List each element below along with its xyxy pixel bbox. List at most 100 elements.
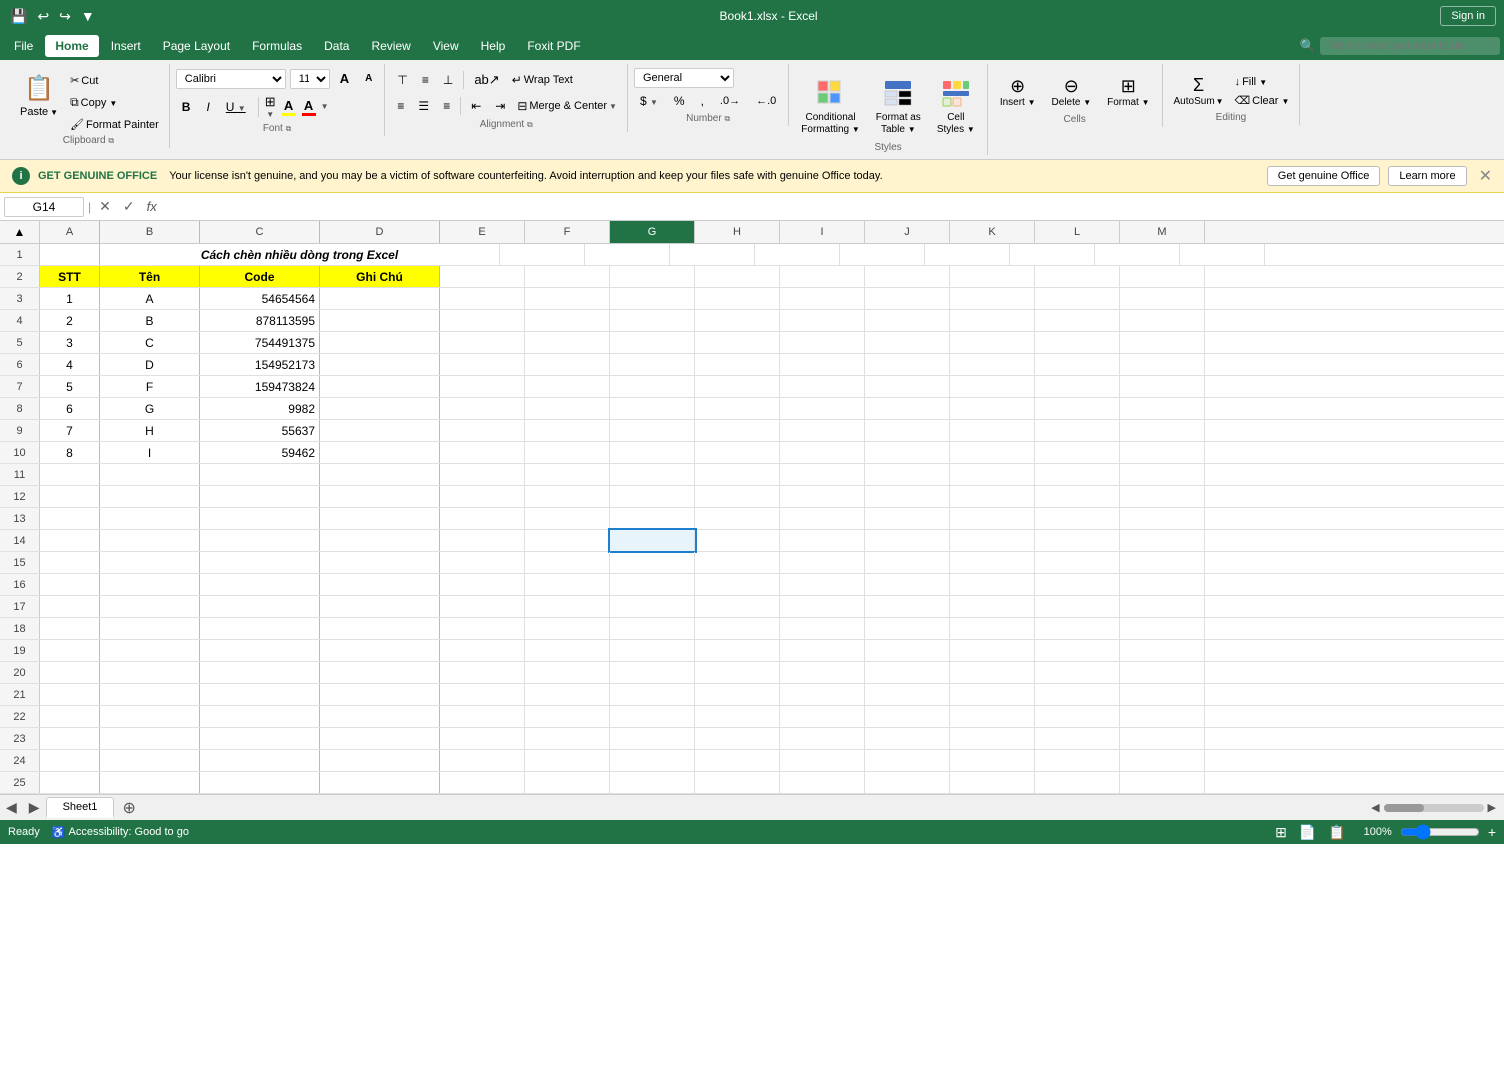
- quick-access-dropdown[interactable]: ▼: [79, 6, 97, 26]
- cell-I5[interactable]: [780, 332, 865, 353]
- wrap-text-button[interactable]: ↵ Wrap Text: [508, 71, 577, 89]
- cell-A5[interactable]: 3: [40, 332, 100, 353]
- cell-B14[interactable]: [100, 530, 200, 551]
- cell-D8[interactable]: [320, 398, 440, 419]
- cell-K4[interactable]: [950, 310, 1035, 331]
- scroll-left-button[interactable]: ◀: [1371, 801, 1379, 814]
- cell-H18[interactable]: [695, 618, 780, 639]
- cell-E14[interactable]: [440, 530, 525, 551]
- cell-K25[interactable]: [950, 772, 1035, 793]
- cell-K2[interactable]: [950, 266, 1035, 287]
- cell-G3[interactable]: [610, 288, 695, 309]
- cell-F12[interactable]: [525, 486, 610, 507]
- cell-K7[interactable]: [950, 376, 1035, 397]
- cell-H6[interactable]: [695, 354, 780, 375]
- cell-M14[interactable]: [1120, 530, 1205, 551]
- cell-M25[interactable]: [1120, 772, 1205, 793]
- cell-F21[interactable]: [525, 684, 610, 705]
- cell-M11[interactable]: [1120, 464, 1205, 485]
- orientation-button[interactable]: ab↗: [468, 68, 505, 92]
- cell-E21[interactable]: [440, 684, 525, 705]
- cell-B11[interactable]: [100, 464, 200, 485]
- cell-E13[interactable]: [440, 508, 525, 529]
- cell-K10[interactable]: [950, 442, 1035, 463]
- row-num-11[interactable]: 11: [0, 464, 40, 485]
- cell-A8[interactable]: 6: [40, 398, 100, 419]
- cell-E19[interactable]: [440, 640, 525, 661]
- cell-A1[interactable]: [40, 244, 100, 265]
- cell-I9[interactable]: [780, 420, 865, 441]
- search-input[interactable]: [1320, 37, 1500, 55]
- cell-L14[interactable]: [1035, 530, 1120, 551]
- row-num-9[interactable]: 9: [0, 420, 40, 441]
- cell-G25[interactable]: [610, 772, 695, 793]
- cell-E17[interactable]: [440, 596, 525, 617]
- row-num-14[interactable]: 14: [0, 530, 40, 551]
- row-num-3[interactable]: 3: [0, 288, 40, 309]
- cell-I3[interactable]: [780, 288, 865, 309]
- cell-G20[interactable]: [610, 662, 695, 683]
- cell-A7[interactable]: 5: [40, 376, 100, 397]
- next-sheet-button[interactable]: ▶: [23, 799, 46, 816]
- cell-C19[interactable]: [200, 640, 320, 661]
- cell-L19[interactable]: [1035, 640, 1120, 661]
- cell-B15[interactable]: [100, 552, 200, 573]
- cell-L20[interactable]: [1035, 662, 1120, 683]
- cell-A14[interactable]: [40, 530, 100, 551]
- cell-F5[interactable]: [525, 332, 610, 353]
- cell-D6[interactable]: [320, 354, 440, 375]
- row-num-6[interactable]: 6: [0, 354, 40, 375]
- cell-E15[interactable]: [440, 552, 525, 573]
- cell-G12[interactable]: [610, 486, 695, 507]
- cell-C15[interactable]: [200, 552, 320, 573]
- cell-G15[interactable]: [610, 552, 695, 573]
- cell-K19[interactable]: [950, 640, 1035, 661]
- cell-reference-input[interactable]: [4, 197, 84, 217]
- font-color-button[interactable]: A: [302, 98, 316, 116]
- italic-button[interactable]: I: [200, 97, 215, 117]
- cell-B16[interactable]: [100, 574, 200, 595]
- conditional-formatting-button[interactable]: ConditionalFormatting ▼: [795, 72, 866, 140]
- cell-A17[interactable]: [40, 596, 100, 617]
- cell-E4[interactable]: [440, 310, 525, 331]
- cell-B18[interactable]: [100, 618, 200, 639]
- cell-E23[interactable]: [440, 728, 525, 749]
- cell-E7[interactable]: [440, 376, 525, 397]
- menu-review[interactable]: Review: [361, 35, 420, 57]
- cell-F13[interactable]: [525, 508, 610, 529]
- cell-K6[interactable]: [950, 354, 1035, 375]
- cell-D3[interactable]: [320, 288, 440, 309]
- cell-G4[interactable]: [610, 310, 695, 331]
- cell-M19[interactable]: [1120, 640, 1205, 661]
- cell-L25[interactable]: [1035, 772, 1120, 793]
- cut-button[interactable]: ✂ Cut: [66, 72, 163, 89]
- cell-G19[interactable]: [610, 640, 695, 661]
- col-header-A[interactable]: A: [40, 221, 100, 243]
- cell-E12[interactable]: [440, 486, 525, 507]
- cell-A21[interactable]: [40, 684, 100, 705]
- cell-J3[interactable]: [865, 288, 950, 309]
- format-painter-button[interactable]: 🖌 Format Painter: [66, 116, 163, 133]
- col-header-C[interactable]: C: [200, 221, 320, 243]
- cell-D25[interactable]: [320, 772, 440, 793]
- cell-K20[interactable]: [950, 662, 1035, 683]
- cell-C5[interactable]: 754491375: [200, 332, 320, 353]
- menu-foxit-pdf[interactable]: Foxit PDF: [517, 35, 590, 57]
- scroll-right-button[interactable]: ▶: [1488, 801, 1496, 814]
- increase-indent-button[interactable]: ⇥: [489, 95, 511, 117]
- cell-M8[interactable]: [1120, 398, 1205, 419]
- cell-I12[interactable]: [780, 486, 865, 507]
- menu-page-layout[interactable]: Page Layout: [153, 35, 240, 57]
- borders-button[interactable]: ⊞ ▼: [265, 94, 276, 119]
- align-middle-button[interactable]: ≡: [416, 69, 435, 91]
- cell-L18[interactable]: [1035, 618, 1120, 639]
- row-num-19[interactable]: 19: [0, 640, 40, 661]
- cell-E1[interactable]: [500, 244, 585, 265]
- cell-F11[interactable]: [525, 464, 610, 485]
- cell-B7[interactable]: F: [100, 376, 200, 397]
- cell-B5[interactable]: C: [100, 332, 200, 353]
- cell-B3[interactable]: A: [100, 288, 200, 309]
- cell-E10[interactable]: [440, 442, 525, 463]
- cell-G2[interactable]: [610, 266, 695, 287]
- cell-J24[interactable]: [865, 750, 950, 771]
